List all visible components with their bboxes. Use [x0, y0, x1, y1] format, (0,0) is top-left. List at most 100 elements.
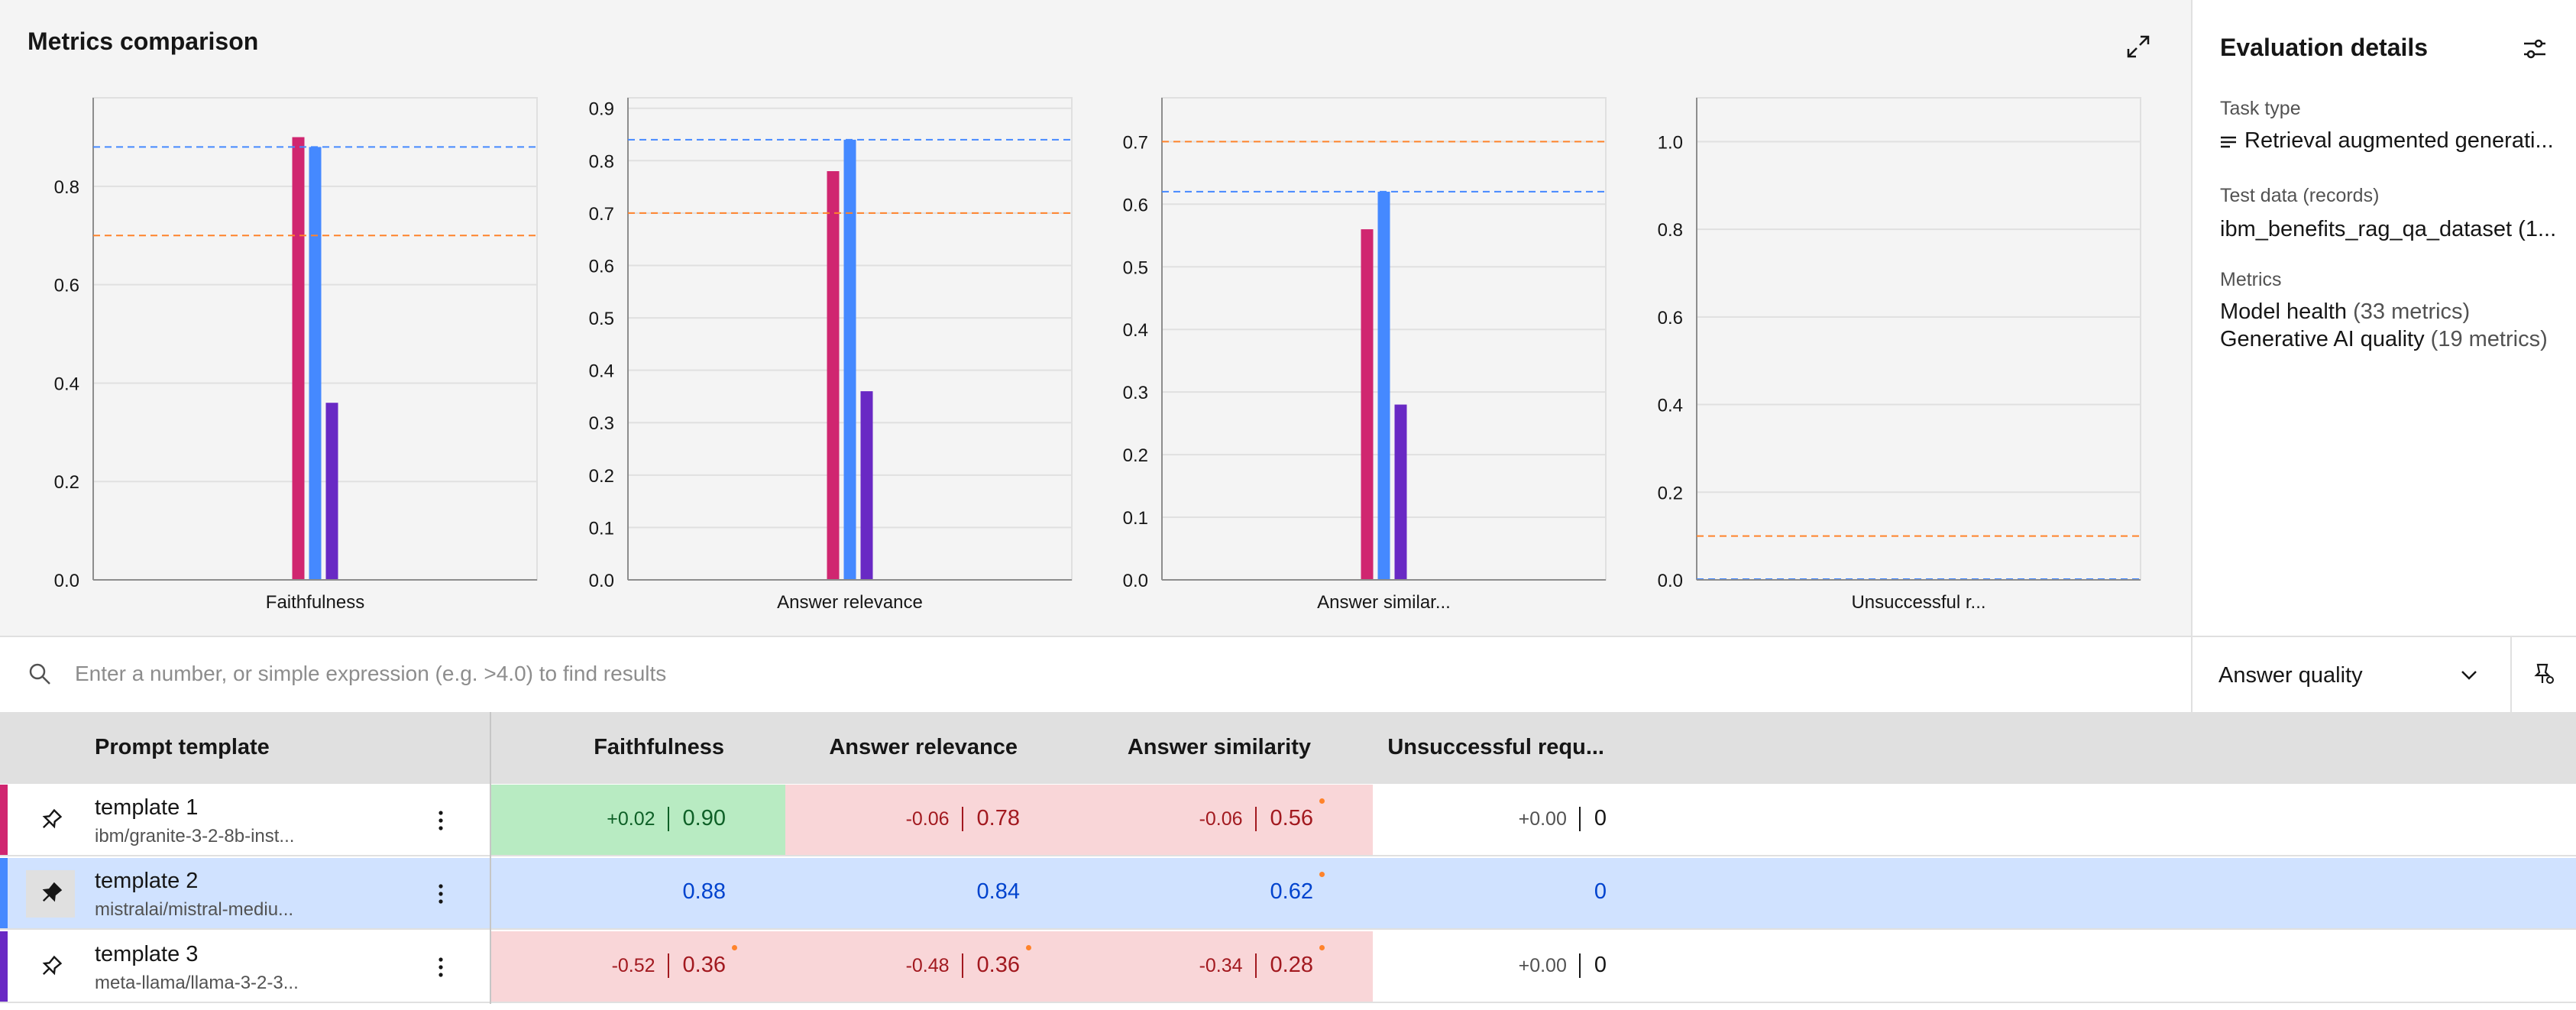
metric-value: 0.90: [682, 806, 726, 830]
row-color-indicator: [0, 931, 8, 1002]
overflow-menu-icon[interactable]: [429, 806, 452, 835]
metric-cell-content: 0.84: [977, 879, 1020, 905]
metrics-label: Metrics: [2220, 269, 2282, 290]
column-header-answer-similarity[interactable]: Answer similarity: [1128, 735, 1311, 760]
metric-delta: -0.52: [611, 955, 655, 976]
column-header-prompt-template[interactable]: Prompt template: [95, 735, 270, 760]
metric-cell-content: +0.00 0: [1518, 806, 1607, 832]
pin-settings-icon: [2532, 662, 2556, 686]
pin-icon[interactable]: [26, 797, 75, 844]
bar-series-3: [1394, 404, 1407, 580]
metric-value: 0: [1594, 953, 1607, 977]
table-row[interactable]: template 2 mistralai/mistral-mediu... 0.88…: [0, 858, 2576, 930]
metric-value: 0.36: [976, 953, 1020, 977]
y-tick-label: 0.0: [589, 571, 614, 591]
metric-cell[interactable]: 0.84: [785, 858, 1079, 928]
column-header-answer-relevance[interactable]: Answer relevance: [829, 735, 1018, 760]
metric-cell[interactable]: +0.02 0.90: [491, 785, 785, 855]
y-tick-label: 0.8: [1658, 220, 1683, 241]
bar-series-2: [1377, 191, 1390, 581]
metric-cell[interactable]: -0.06 0.56: [1079, 785, 1373, 855]
bar-series-1: [1361, 229, 1374, 580]
chart-2: 0.0 0.1 0.2 0.3 0.4 0.5 0.6 0.7 Answer similar..…: [1123, 97, 1607, 613]
metric-cell[interactable]: -0.06 0.78: [785, 785, 1079, 855]
metric-cell[interactable]: -0.48 0.36: [785, 931, 1079, 1002]
metric-group-dropdown[interactable]: Answer quality: [2191, 636, 2510, 712]
evaluation-details-panel: Evaluation details Task type Retrieval a…: [2191, 0, 2576, 636]
overflow-menu-icon[interactable]: [429, 879, 452, 908]
column-header-faithfulness[interactable]: Faithfulness: [594, 735, 724, 760]
threshold-violation-dot: [1026, 945, 1031, 950]
metric-cell[interactable]: 0: [1372, 858, 1666, 928]
list-icon: [2220, 129, 2237, 154]
row-color-indicator: [0, 858, 8, 928]
metric-delta: -0.34: [1199, 955, 1243, 976]
metrics-genai-quality-name: Generative AI quality: [2220, 327, 2425, 351]
y-tick-label: 0.9: [589, 99, 614, 120]
y-tick-label: 0.4: [54, 374, 79, 394]
row-color-indicator: [0, 785, 8, 855]
threshold-violation-dot: [1319, 945, 1325, 950]
table-header: Prompt template Faithfulness Answer rele…: [0, 712, 2576, 784]
metric-cell-content: -0.52 0.36: [611, 953, 726, 979]
metric-cell-content: -0.06 0.56: [1199, 806, 1313, 832]
pinned-icon[interactable]: [26, 870, 75, 918]
search-icon: [28, 662, 52, 686]
metric-cell[interactable]: -0.52 0.36: [491, 931, 785, 1002]
customize-button[interactable]: [2510, 636, 2576, 712]
metric-delta: +0.00: [1518, 808, 1567, 830]
results-search-bar: [0, 636, 2191, 712]
y-tick-label: 0.2: [1658, 483, 1683, 503]
metric-cell[interactable]: +0.00 0: [1372, 785, 1666, 855]
x-category-label: Unsuccessful r...: [1851, 592, 1985, 613]
y-tick-label: 0.7: [589, 204, 614, 225]
template-model: meta-llama/llama-3-2-3...: [95, 973, 299, 993]
pin-icon[interactable]: [26, 944, 75, 991]
chevron-down-icon: [2460, 666, 2478, 685]
settings-sliders-icon[interactable]: [2521, 35, 2548, 63]
metric-value: 0.88: [682, 879, 726, 904]
y-tick-label: 0.3: [589, 413, 614, 434]
table-row[interactable]: template 1 ibm/granite-3-2-8b-inst... +0.0…: [0, 785, 2576, 856]
delta-separator: [667, 807, 669, 832]
bar-series-1: [827, 171, 840, 581]
metric-value: 0.84: [976, 879, 1020, 904]
metrics-genai-quality: Generative AI quality (19 metrics): [2220, 327, 2548, 352]
column-header-unsuccessful-requests[interactable]: Unsuccessful requ...: [1387, 735, 1604, 760]
test-data-label: Test data (records): [2220, 185, 2380, 206]
template-name: template 3: [95, 942, 199, 966]
chart-3: 0.0 0.2 0.4 0.6 0.8 1.0 Unsuccessful r...: [1658, 97, 2141, 613]
metric-cell-content: +0.02 0.90: [607, 806, 726, 832]
delta-separator: [1254, 953, 1257, 979]
y-tick-label: 0.5: [589, 309, 614, 329]
metric-cell[interactable]: 0.62: [1079, 858, 1373, 928]
x-category-label: Answer similar...: [1317, 592, 1451, 613]
template-name: template 1: [95, 795, 199, 820]
search-input[interactable]: [75, 637, 2137, 711]
y-tick-label: 0.8: [589, 151, 614, 172]
metric-cell[interactable]: 0.88: [491, 858, 785, 928]
y-tick-label: 0.2: [54, 472, 79, 493]
y-tick-label: 0.0: [1658, 571, 1683, 591]
delta-separator: [667, 953, 669, 979]
metric-delta: -0.48: [905, 955, 950, 976]
threshold-violation-dot: [732, 945, 737, 950]
metric-cell[interactable]: +0.00 0: [1372, 931, 1666, 1002]
threshold-violation-dot: [1319, 872, 1325, 877]
table-row[interactable]: template 3 meta-llama/llama-3-2-3... -0.52…: [0, 931, 2576, 1003]
metric-cell-content: 0.62: [1270, 879, 1313, 905]
metric-cell[interactable]: -0.34 0.28: [1079, 931, 1373, 1002]
bar-series-1: [292, 137, 305, 581]
metric-delta: +0.02: [607, 808, 655, 830]
y-tick-label: 0.6: [1658, 308, 1683, 329]
details-title: Evaluation details: [2220, 34, 2429, 61]
template-model: ibm/granite-3-2-8b-inst...: [95, 826, 295, 847]
x-category-label: Faithfulness: [266, 592, 364, 613]
overflow-menu-icon[interactable]: [429, 953, 452, 982]
y-tick-label: 0.2: [1123, 445, 1148, 466]
metric-value: 0: [1594, 806, 1607, 830]
bar-series-3: [325, 403, 338, 580]
delta-separator: [961, 807, 963, 832]
dropdown-selected-value: Answer quality: [2218, 663, 2363, 688]
y-tick-label: 0.8: [54, 177, 79, 198]
